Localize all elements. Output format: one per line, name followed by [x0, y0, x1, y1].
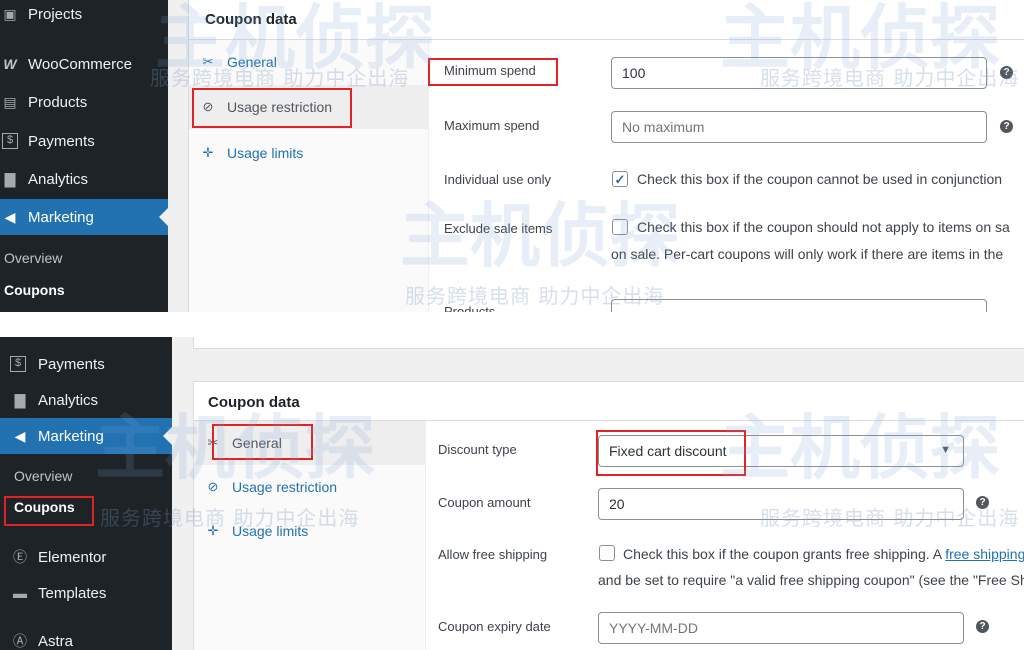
watermark-tagline: 服务跨境电商 助力中企出海: [760, 66, 1020, 90]
help-icon[interactable]: ?: [976, 620, 989, 633]
sidebar-item-label: Astra: [38, 632, 74, 650]
submenu-coupons[interactable]: Coupons: [4, 282, 65, 298]
previous-box-bottom: [193, 337, 1024, 349]
discount-type-value: Fixed cart discount: [609, 443, 727, 459]
sidebar-item-woocommerce[interactable]: W WooCommerce: [0, 46, 168, 82]
sidebar-item-label: Elementor: [38, 548, 107, 566]
megaphone-icon: ◀: [4, 208, 16, 225]
watermark-tagline: 服务跨境电商 助力中企出海: [100, 506, 360, 530]
minimum-spend-label: Minimum spend: [444, 63, 536, 78]
tab-label: Usage restriction: [227, 99, 333, 115]
free-shipping-description: Check this box if the coupon grants free…: [623, 546, 1024, 562]
products-icon: ▤: [3, 93, 17, 110]
sidebar-item-label: Projects: [28, 5, 83, 23]
sidebar-item-analytics[interactable]: ▇ Analytics: [0, 161, 168, 197]
sidebar-item-label: Marketing: [28, 208, 94, 226]
sidebar-item-astra[interactable]: Ⓐ Astra: [0, 623, 172, 650]
sidebar-item-payments[interactable]: $ Payments: [0, 123, 168, 159]
sidebar-item-label: Analytics: [28, 170, 89, 188]
sidebar-item-label: WooCommerce: [28, 55, 132, 73]
tab-usage-restriction[interactable]: ⊘ Usage restriction: [189, 85, 428, 129]
sidebar-item-payments[interactable]: $ Payments: [0, 346, 172, 382]
watermark-logo: 主机侦探: [720, 407, 1000, 489]
watermark-logo: 主机侦探: [400, 195, 680, 277]
maximum-spend-label: Maximum spend: [444, 118, 540, 133]
admin-sidebar: ▣ Projects W WooCommerce ▤ Products $ Pa…: [0, 0, 168, 312]
free-shipping-description-2: and be set to require "a valid free ship…: [598, 572, 1024, 588]
sidebar-item-templates[interactable]: ▬ Templates: [0, 575, 172, 611]
sidebar-item-label: Products: [28, 93, 88, 111]
expiry-date-label: Coupon expiry date: [438, 619, 551, 634]
maximum-spend-input[interactable]: No maximum: [611, 111, 987, 143]
screenshot-separator: [0, 312, 1024, 337]
folder-icon: ▬: [13, 585, 27, 601]
submenu-coupons[interactable]: Coupons: [14, 499, 75, 515]
products-input[interactable]: [611, 299, 987, 312]
payments-icon: $: [2, 133, 18, 149]
help-icon[interactable]: ?: [1000, 120, 1013, 133]
block-icon: ⊘: [202, 99, 214, 114]
projects-icon: ▣: [3, 5, 17, 22]
sidebar-item-label: Templates: [38, 584, 107, 602]
submenu-overview[interactable]: Overview: [4, 250, 62, 266]
payments-icon: $: [10, 356, 26, 372]
submenu-overview[interactable]: Overview: [14, 468, 72, 484]
sidebar-item-label: Marketing: [38, 427, 104, 445]
sidebar-item-projects[interactable]: ▣ Projects: [0, 0, 168, 32]
watermark-tagline: 服务跨境电商 助力中企出海: [760, 506, 1020, 530]
free-shipping-link[interactable]: free shipping: [945, 546, 1024, 562]
free-shipping-label: Allow free shipping: [438, 547, 548, 562]
analytics-icon: ▇: [4, 170, 16, 187]
sidebar-item-label: Payments: [38, 355, 105, 373]
coupon-amount-label: Coupon amount: [438, 495, 531, 510]
tab-label: Usage limits: [227, 145, 304, 161]
sidebar-item-elementor[interactable]: Ⓔ Elementor: [0, 539, 172, 575]
individual-use-description: Check this box if the coupon cannot be u…: [637, 171, 1003, 187]
expiry-date-input[interactable]: YYYY-MM-DD: [598, 612, 964, 644]
admin-sidebar: $ Payments ▇ Analytics ◀ Marketing Overv…: [0, 337, 172, 650]
usage-restriction-screenshot: ▣ Projects W WooCommerce ▤ Products $ Pa…: [0, 0, 1024, 312]
sidebar-item-marketing[interactable]: ◀ Marketing: [0, 199, 168, 235]
exclude-sale-description: Check this box if the coupon should not …: [637, 219, 1010, 235]
watermark-tagline: 服务跨境电商 助力中企出海: [405, 284, 665, 308]
megaphone-icon: ◀: [14, 427, 26, 444]
elementor-icon: Ⓔ: [13, 549, 27, 565]
general-tab-screenshot: $ Payments ▇ Analytics ◀ Marketing Overv…: [0, 337, 1024, 650]
discount-type-label: Discount type: [438, 442, 517, 457]
free-shipping-text: Check this box if the coupon grants free…: [623, 546, 942, 562]
watermark-logo: 主机侦探: [95, 407, 375, 489]
limits-icon: ✛: [202, 145, 214, 160]
sidebar-item-label: Payments: [28, 132, 95, 150]
free-shipping-checkbox[interactable]: [599, 545, 615, 561]
sidebar-item-label: Analytics: [38, 391, 99, 409]
astra-icon: Ⓐ: [13, 633, 27, 649]
sidebar-item-products[interactable]: ▤ Products: [0, 84, 168, 120]
watermark-tagline: 服务跨境电商 助力中企出海: [150, 66, 410, 90]
tab-usage-limits[interactable]: ✛ Usage limits: [189, 131, 428, 175]
analytics-icon: ▇: [14, 391, 26, 408]
woocommerce-icon: W: [3, 56, 17, 72]
